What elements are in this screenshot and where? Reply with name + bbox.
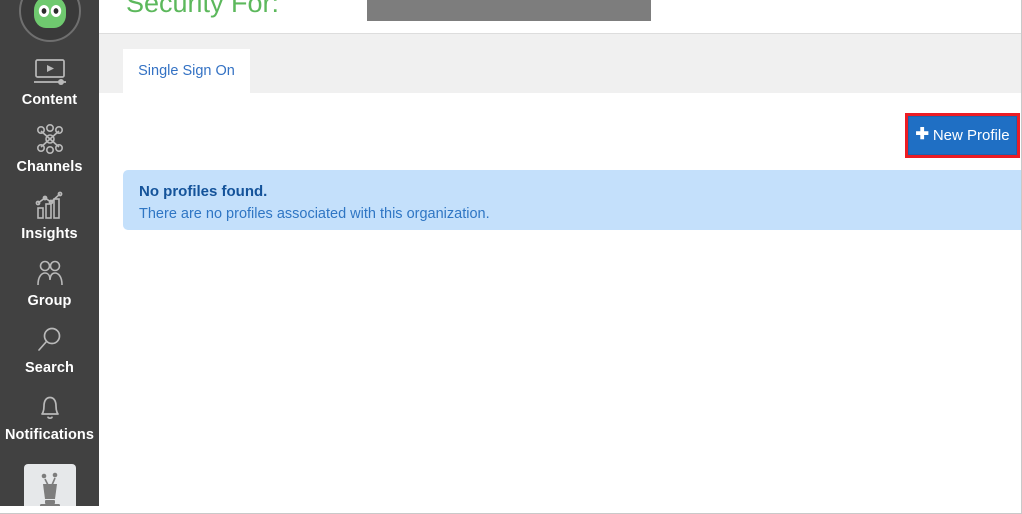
sidebar-item-label: Channels bbox=[16, 159, 83, 175]
main-content: Security For: Single Sign On ✚ New Profi… bbox=[99, 0, 1021, 513]
sidebar-item-notifications[interactable]: Notifications bbox=[0, 391, 99, 444]
sidebar-item-content[interactable]: Content bbox=[0, 56, 99, 109]
tab-strip: Single Sign On bbox=[99, 34, 1021, 93]
bar-chart-trend-icon bbox=[28, 190, 72, 222]
no-profiles-alert: No profiles found. There are no profiles… bbox=[123, 170, 1021, 230]
tab-single-sign-on[interactable]: Single Sign On bbox=[123, 49, 250, 93]
sidebar-item-label: Search bbox=[25, 360, 74, 376]
page-header: Security For: bbox=[99, 0, 1021, 34]
sidebar: Content Channels Insights Group Search N… bbox=[0, 0, 99, 506]
magnifier-icon bbox=[28, 324, 72, 356]
tab-label: Single Sign On bbox=[138, 63, 235, 79]
robot-avatar-icon bbox=[39, 472, 60, 506]
sidebar-item-search[interactable]: Search bbox=[0, 324, 99, 377]
video-screen-icon bbox=[28, 56, 72, 88]
sidebar-item-insights[interactable]: Insights bbox=[0, 190, 99, 243]
sidebar-item-label: Notifications bbox=[4, 427, 95, 443]
page-title: Security For: bbox=[126, 0, 280, 18]
network-nodes-icon bbox=[28, 123, 72, 155]
alien-robot-head-logo-icon bbox=[33, 0, 66, 28]
avatar[interactable] bbox=[23, 464, 76, 506]
two-people-icon bbox=[28, 257, 72, 289]
brand-logo[interactable] bbox=[18, 0, 81, 42]
plus-icon: ✚ bbox=[915, 125, 929, 143]
content-area: ✚ New Profile No profiles found. There a… bbox=[99, 93, 1021, 506]
alert-body: There are no profiles associated with th… bbox=[139, 206, 490, 222]
sidebar-item-label: Group bbox=[27, 293, 72, 309]
sidebar-item-channels[interactable]: Channels bbox=[0, 123, 99, 176]
new-profile-button[interactable]: ✚ New Profile bbox=[908, 116, 1017, 155]
sidebar-item-label: Content bbox=[21, 92, 78, 108]
sidebar-item-label: Insights bbox=[21, 226, 78, 242]
redacted-organization-name bbox=[367, 0, 651, 21]
app-window: Content Channels Insights Group Search N… bbox=[0, 0, 1022, 514]
alert-title: No profiles found. bbox=[139, 183, 268, 200]
new-profile-label: New Profile bbox=[932, 127, 1010, 144]
bell-icon bbox=[28, 391, 72, 423]
new-profile-highlight: ✚ New Profile bbox=[905, 113, 1020, 158]
sidebar-item-group[interactable]: Group bbox=[0, 257, 99, 310]
